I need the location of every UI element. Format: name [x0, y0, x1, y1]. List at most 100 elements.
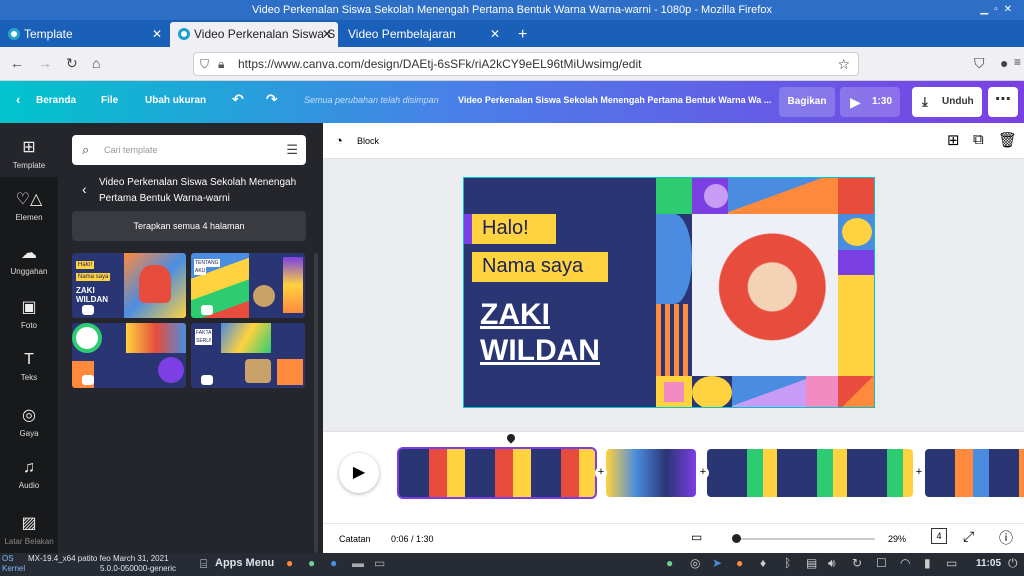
resize-button[interactable]: Ubah ukuran — [145, 95, 206, 106]
search-input[interactable]: ⌕ Cari template ☰ — [72, 135, 306, 165]
intro-text[interactable]: Nama saya — [472, 252, 608, 282]
file-manager-icon[interactable]: ▬ — [352, 556, 364, 570]
play-preview-button[interactable]: ▶ 1:30 — [840, 87, 900, 117]
timeline-clip-4[interactable] — [925, 449, 1024, 497]
chevron-left-icon[interactable]: ‹ — [16, 92, 20, 107]
battery-icon[interactable]: ▮ — [924, 556, 931, 570]
document-title[interactable]: Video Perkenalan Siswa Sekolah Menengah … — [458, 95, 771, 105]
share-button[interactable]: Bagikan — [779, 87, 835, 117]
zoom-level[interactable]: 29% — [888, 534, 906, 544]
help-icon[interactable]: ⓘ — [999, 528, 1013, 548]
tab-template[interactable]: Template ✕ — [0, 22, 168, 47]
terminal-icon[interactable]: ▭ — [374, 556, 385, 570]
bluetooth-icon[interactable]: ᛒ — [784, 556, 791, 570]
app-icon[interactable]: ● — [330, 556, 337, 570]
delete-page-icon[interactable]: 🗑︎ — [998, 131, 1017, 149]
timeline-clip-3[interactable] — [707, 449, 913, 497]
playhead-marker[interactable] — [505, 432, 517, 444]
color-block-icon[interactable]: ◔ — [335, 133, 343, 148]
close-tab-icon[interactable]: ✕ — [152, 22, 162, 47]
tray-icon[interactable]: ◎ — [690, 556, 700, 570]
firefox-tray-icon[interactable]: ● — [736, 556, 743, 570]
firefox-icon[interactable]: ● — [286, 556, 293, 570]
close-tab-icon[interactable]: ✕ — [490, 22, 500, 47]
file-menu-button[interactable]: File — [101, 95, 118, 106]
block-label[interactable]: Block — [357, 136, 379, 146]
tray-icon[interactable]: ♦ — [760, 556, 766, 570]
template-thumbnail-4[interactable]: FAKTA SERU! — [191, 323, 305, 388]
close-tab-icon[interactable]: ✕ — [322, 22, 332, 47]
template-thumbnail-2[interactable]: TENTANG AKU — [191, 253, 305, 318]
undo-icon[interactable]: ↶ — [232, 91, 244, 108]
add-transition-icon[interactable]: + — [913, 467, 925, 479]
new-tab-button[interactable]: + — [510, 22, 534, 47]
rail-elemen[interactable]: ♡△ Elemen — [0, 177, 58, 231]
rail-foto[interactable]: ▣ Foto — [0, 285, 58, 339]
tray-icon[interactable]: ● — [666, 556, 673, 570]
notes-button[interactable]: Catatan — [339, 534, 371, 544]
chevron-left-icon[interactable]: ‹ — [82, 181, 87, 197]
volume-icon[interactable]: 🔊︎ — [828, 556, 836, 571]
greeting-text[interactable]: Halo! — [472, 214, 556, 244]
filter-icon[interactable]: ☰ — [286, 135, 298, 165]
download-button[interactable]: ⤓ Unduh — [912, 87, 982, 117]
last-name-text[interactable]: WILDAN — [480, 334, 600, 368]
tray-icon[interactable]: ☐ — [876, 556, 887, 570]
template-thumbnail-3[interactable] — [72, 323, 186, 388]
power-icon[interactable]: ⏻ — [1008, 556, 1018, 571]
rail-teks[interactable]: T Teks — [0, 339, 58, 393]
apps-menu-icon[interactable]: ⌸ — [200, 557, 207, 572]
redo-icon[interactable]: ↷ — [266, 91, 278, 108]
clipboard-icon[interactable]: ▤ — [806, 556, 817, 570]
timeline-clip-2[interactable] — [606, 449, 696, 497]
wifi-icon[interactable]: ◠ — [900, 556, 910, 570]
window-controls[interactable]: ▁▫✕ — [980, 0, 1018, 20]
more-options-button[interactable]: ⋯ — [988, 87, 1018, 117]
apps-menu-button[interactable]: Apps Menu — [215, 557, 274, 569]
reload-icon[interactable]: ↻ — [66, 55, 78, 72]
tab-video-perkenalan[interactable]: Video Perkenalan Siswa S ✕ — [170, 22, 338, 47]
display-icon[interactable]: ▭ — [946, 556, 957, 570]
pocket-icon[interactable]: ⛉ — [974, 55, 985, 72]
timeline-clip-1[interactable] — [397, 447, 597, 499]
zoom-slider-thumb[interactable] — [732, 534, 741, 543]
page-count-button[interactable]: 4 — [931, 528, 947, 544]
telegram-icon[interactable]: ➤ — [712, 556, 722, 570]
timeline-play-button[interactable]: ▶ — [339, 453, 379, 493]
play-icon — [82, 375, 94, 385]
rail-label: Audio — [18, 481, 40, 490]
thumb-text: FAKTA — [195, 329, 213, 337]
apply-all-pages-button[interactable]: Terapkan semua 4 halaman — [72, 211, 306, 241]
rail-template[interactable]: ⊞ Template — [0, 123, 58, 177]
grid-view-icon[interactable]: ▭ — [691, 530, 702, 544]
add-transition-icon[interactable]: + — [697, 467, 709, 479]
app-icon[interactable]: ● — [308, 556, 315, 570]
update-icon[interactable]: ↻ — [852, 556, 862, 570]
account-icon[interactable]: ● — [1000, 55, 1008, 71]
text-icon: T — [24, 351, 34, 368]
panel-scrollbar[interactable] — [314, 253, 318, 553]
first-name-text[interactable]: ZAKI — [480, 298, 550, 332]
zoom-slider[interactable] — [735, 538, 875, 540]
menu-icon[interactable]: ≡ — [1014, 55, 1021, 69]
rail-latar[interactable]: ▨ Latar Belakan — [0, 501, 58, 553]
design-slide[interactable]: Halo! Nama saya ZAKI WILDAN — [463, 177, 875, 408]
duplicate-page-icon[interactable]: ⧉ — [973, 131, 984, 148]
add-page-icon[interactable]: ⊞ — [947, 131, 960, 149]
student-photo[interactable] — [692, 214, 838, 376]
bookmark-star-icon[interactable]: ☆ — [837, 53, 850, 75]
home-button[interactable]: Beranda — [36, 95, 76, 106]
template-thumbnail-1[interactable]: Halo! Nama saya ZAKI WILDAN — [72, 253, 186, 318]
forward-arrow-icon[interactable]: → — [38, 55, 52, 71]
fullscreen-icon[interactable]: ⤢ — [963, 528, 974, 545]
tab-video-pembelajaran[interactable]: Video Pembelajaran ✕ — [340, 22, 506, 47]
rail-audio[interactable]: ♫ Audio — [0, 447, 58, 501]
url-bar[interactable]: ⛉ 🔒︎ https://www.canva.com/design/DAEtj-… — [193, 52, 859, 76]
clock[interactable]: 11:05 — [976, 558, 1001, 569]
home-icon[interactable]: ⌂ — [92, 55, 100, 71]
rail-label: Gaya — [19, 429, 39, 438]
add-transition-icon[interactable]: + — [595, 467, 607, 479]
rail-gaya[interactable]: ◎ Gaya — [0, 393, 58, 447]
back-arrow-icon[interactable]: ← — [10, 55, 24, 71]
rail-unggahan[interactable]: ☁ Unggahan — [0, 231, 58, 285]
